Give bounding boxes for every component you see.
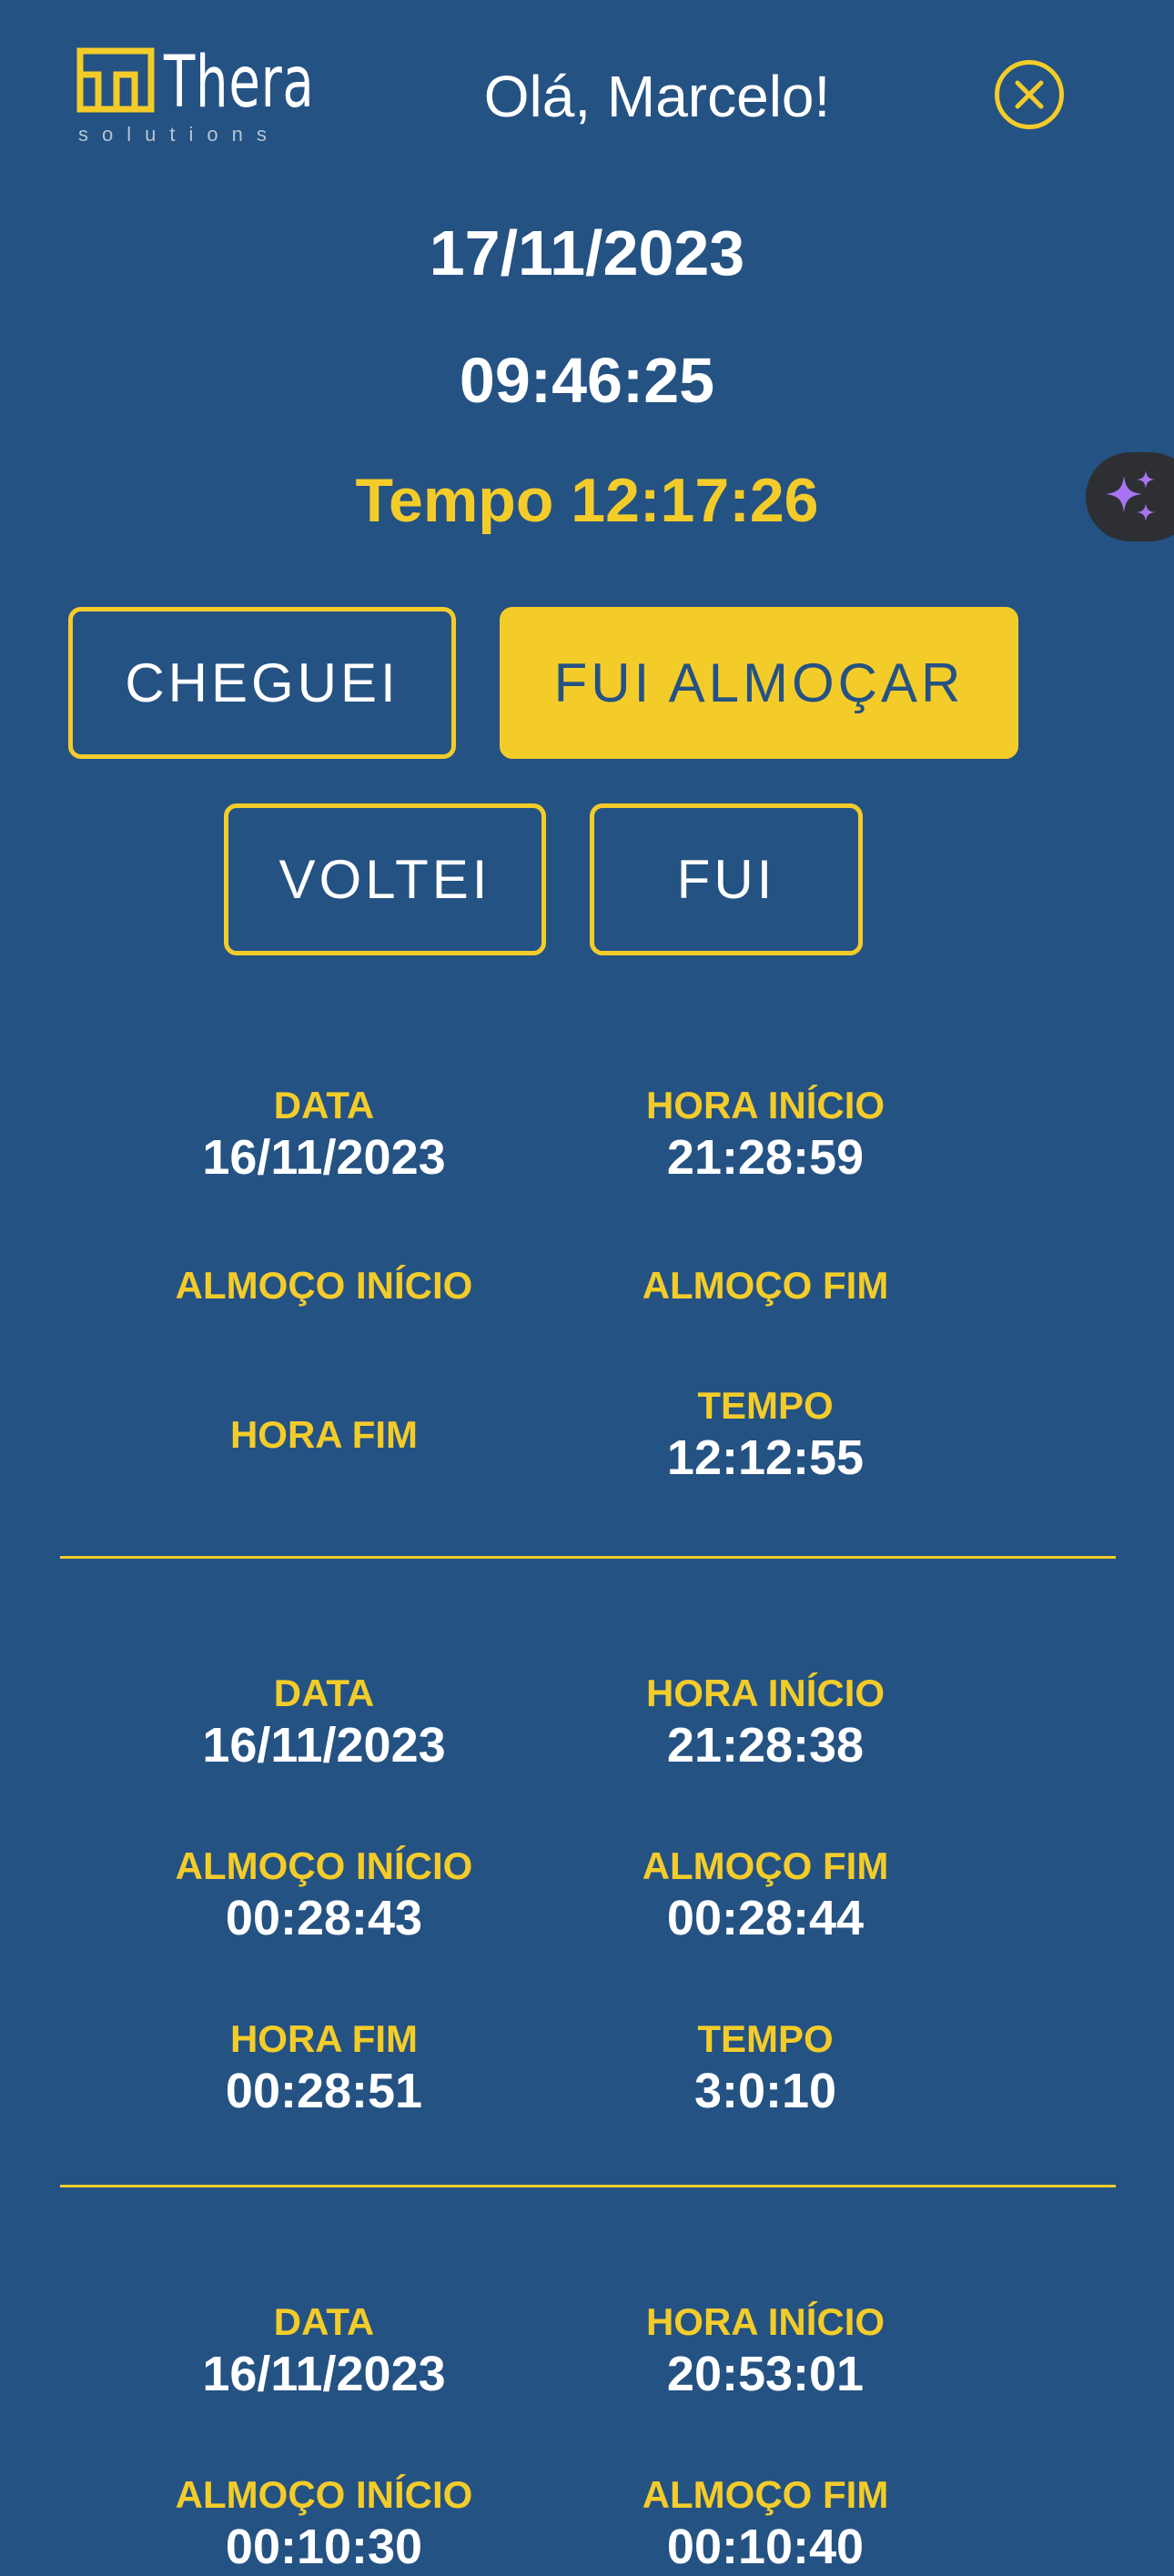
close-circle-icon bbox=[1015, 80, 1044, 109]
almoco-inicio-label: ALMOÇO INÍCIO bbox=[175, 1264, 473, 1307]
tempo-value: 12:12:55 bbox=[666, 1430, 865, 1485]
hora-fim-label: HORA FIM bbox=[229, 1413, 419, 1456]
current-date: 17/11/2023 bbox=[429, 217, 745, 288]
hora-fim-value: 00:28:51 bbox=[225, 2064, 423, 2118]
data-value: 16/11/2023 bbox=[202, 1718, 446, 1773]
almoco-fim-value: 00:28:44 bbox=[666, 1891, 865, 1945]
almoco-fim-label: ALMOÇO FIM bbox=[642, 1844, 889, 1887]
close-button[interactable] bbox=[995, 60, 1064, 129]
hora-inicio-value: 21:28:59 bbox=[666, 1130, 865, 1185]
hora-inicio-label: HORA INÍCIO bbox=[645, 1672, 886, 1714]
record-end: HORA FIM bbox=[115, 1412, 533, 1458]
tempo-label: TEMPO bbox=[697, 2017, 834, 2060]
elapsed-time: Tempo 12:17:26 bbox=[355, 466, 819, 535]
record-date: DATA 16/11/2023 bbox=[115, 2299, 533, 2403]
almoco-inicio-label: ALMOÇO INÍCIO bbox=[175, 1844, 473, 1887]
record-tempo: TEMPO 3:0:10 bbox=[556, 2016, 975, 2120]
record-lunch-end: ALMOÇO FIM 00:28:44 bbox=[556, 1844, 975, 1947]
record-start: HORA INÍCIO 21:28:59 bbox=[556, 1083, 975, 1187]
divider bbox=[60, 1556, 1116, 1559]
hora-inicio-label: HORA INÍCIO bbox=[645, 1084, 886, 1126]
record-start: HORA INÍCIO 20:53:01 bbox=[556, 2299, 975, 2403]
brand-subtitle: solutions bbox=[78, 123, 280, 146]
almoco-fim-label: ALMOÇO FIM bbox=[642, 2473, 889, 2516]
brand-name: Thera bbox=[164, 42, 315, 124]
record-lunch-start: ALMOÇO INÍCIO 00:10:30 bbox=[115, 2472, 533, 2576]
sparkles-icon bbox=[1106, 470, 1155, 521]
logo-mark-icon bbox=[76, 47, 155, 113]
tempo-value: 3:0:10 bbox=[693, 2064, 837, 2118]
record-end: HORA FIM 00:28:51 bbox=[115, 2016, 533, 2120]
almoco-inicio-label: ALMOÇO INÍCIO bbox=[175, 2473, 473, 2516]
almoco-inicio-value: 00:10:30 bbox=[225, 2520, 423, 2574]
record-lunch-end: ALMOÇO FIM bbox=[556, 1263, 975, 1308]
tempo-label: TEMPO bbox=[697, 1384, 834, 1427]
data-label: DATA bbox=[273, 1084, 375, 1126]
almoco-fim-label: ALMOÇO FIM bbox=[642, 1264, 889, 1307]
greeting-text: Olá, Marcelo! bbox=[483, 64, 831, 129]
record-start: HORA INÍCIO 21:28:38 bbox=[556, 1671, 975, 1774]
data-value: 16/11/2023 bbox=[202, 1130, 446, 1185]
record-lunch-end: ALMOÇO FIM 00:10:40 bbox=[556, 2472, 975, 2576]
record-tempo: TEMPO 12:12:55 bbox=[556, 1383, 975, 1487]
almoco-inicio-value: 00:28:43 bbox=[225, 1891, 423, 1945]
record-date: DATA 16/11/2023 bbox=[115, 1083, 533, 1187]
divider bbox=[60, 2185, 1116, 2187]
voltei-button[interactable]: VOLTEI bbox=[224, 803, 546, 955]
data-label: DATA bbox=[273, 1672, 375, 1714]
hora-inicio-value: 20:53:01 bbox=[666, 2347, 865, 2401]
hora-inicio-label: HORA INÍCIO bbox=[645, 2300, 886, 2343]
data-value: 16/11/2023 bbox=[202, 2347, 446, 2401]
cheguei-button[interactable]: CHEGUEI bbox=[68, 607, 456, 759]
fui-almocar-button[interactable]: FUI ALMOÇAR bbox=[500, 607, 1018, 759]
record-lunch-start: ALMOÇO INÍCIO bbox=[115, 1263, 533, 1308]
data-label: DATA bbox=[273, 2300, 375, 2343]
hora-fim-label: HORA FIM bbox=[229, 2017, 419, 2060]
almoco-fim-value: 00:10:40 bbox=[666, 2520, 865, 2574]
record-date: DATA 16/11/2023 bbox=[115, 1671, 533, 1774]
hora-inicio-value: 21:28:38 bbox=[666, 1718, 865, 1773]
ai-assistant-button[interactable] bbox=[1086, 452, 1174, 541]
current-time: 09:46:25 bbox=[459, 345, 715, 416]
fui-button[interactable]: FUI bbox=[590, 803, 863, 955]
thera-logo: Thera solutions bbox=[76, 45, 314, 146]
record-lunch-start: ALMOÇO INÍCIO 00:28:43 bbox=[115, 1844, 533, 1947]
